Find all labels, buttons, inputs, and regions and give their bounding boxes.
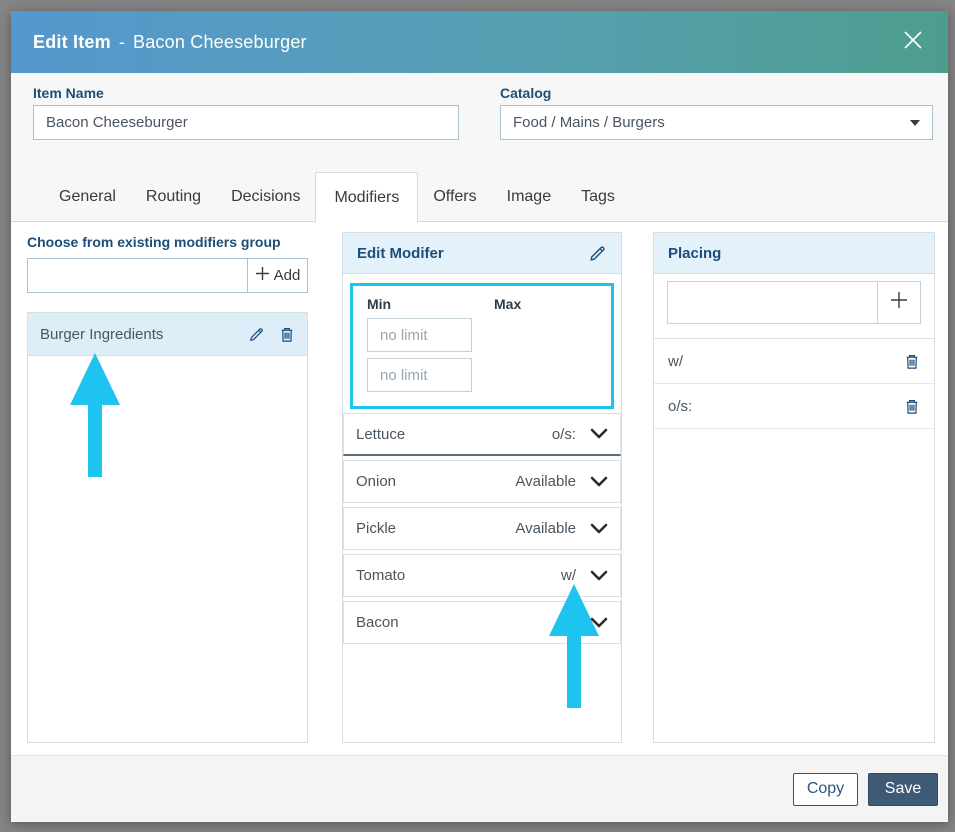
tab-decisions[interactable]: Decisions	[216, 172, 315, 221]
tab-offers[interactable]: Offers	[418, 172, 491, 221]
placing-option-label: o/s:	[668, 398, 692, 415]
modifier-name: Lettuce	[356, 426, 405, 443]
modifier-group-add-row: Add	[27, 258, 308, 293]
add-modifier-group-button[interactable]: Add	[248, 258, 308, 293]
placing-option-label: w/	[668, 353, 683, 370]
placing-add-row	[654, 274, 934, 339]
add-button-label: Add	[274, 267, 301, 284]
modifier-name: Bacon	[356, 614, 399, 631]
edit-modifier-panel: Edit Modifer Min Max Lettuce o/s: Onion	[342, 232, 622, 743]
chevron-down-icon[interactable]	[590, 428, 608, 440]
modifier-name: Tomato	[356, 567, 405, 584]
close-icon	[901, 28, 925, 57]
copy-button[interactable]: Copy	[793, 773, 858, 806]
tab-modifiers[interactable]: Modifiers	[315, 172, 418, 222]
modifier-row-tomato[interactable]: Tomato w/	[343, 554, 621, 597]
tab-offers-label: Offers	[433, 188, 476, 206]
chevron-down-icon[interactable]	[590, 617, 608, 629]
tab-routing[interactable]: Routing	[131, 172, 216, 221]
modifier-name: Onion	[356, 473, 396, 490]
tab-general[interactable]: General	[44, 172, 131, 221]
modifier-group-name: Burger Ingredients	[40, 326, 163, 343]
catalog-selected-value: Food / Mains / Burgers	[513, 114, 665, 131]
edit-modifier-header: Edit Modifer	[343, 233, 621, 274]
modifier-status: o/s:	[552, 426, 576, 443]
placing-input[interactable]	[667, 281, 878, 324]
chevron-down-icon[interactable]	[590, 570, 608, 582]
modifier-row-lettuce[interactable]: Lettuce o/s:	[343, 413, 621, 456]
placing-header: Placing	[654, 233, 934, 274]
plus-icon	[889, 290, 909, 315]
placing-row-os[interactable]: o/s:	[654, 384, 934, 429]
dialog-title-item-name: Bacon Cheeseburger	[133, 32, 307, 52]
edit-item-dialog: Edit Item-Bacon Cheeseburger Item Name C…	[11, 11, 948, 822]
catalog-label: Catalog	[500, 85, 551, 101]
placing-title: Placing	[668, 245, 721, 262]
modifier-group-row[interactable]: Burger Ingredients	[28, 313, 307, 356]
min-input[interactable]	[367, 318, 472, 352]
chevron-down-icon[interactable]	[590, 523, 608, 535]
close-button[interactable]	[900, 29, 926, 55]
edit-pencil-icon[interactable]	[588, 244, 607, 263]
tab-modifiers-label: Modifiers	[334, 189, 399, 207]
tab-tags-label: Tags	[581, 188, 615, 206]
modifiers-tab-content: Choose from existing modifiers group Add…	[11, 222, 948, 755]
tab-routing-label: Routing	[146, 188, 201, 206]
tab-image-label: Image	[507, 188, 551, 206]
min-max-limit-box: Min Max	[350, 283, 614, 409]
modifier-groups-list: Burger Ingredients	[27, 312, 308, 743]
chevron-down-icon	[910, 120, 920, 126]
modifier-groups-label: Choose from existing modifiers group	[27, 234, 281, 250]
upper-section: Item Name Catalog Food / Mains / Burgers…	[11, 73, 948, 222]
plus-icon	[255, 266, 270, 285]
modifier-row-bacon[interactable]: Bacon w/	[343, 601, 621, 644]
add-placing-button[interactable]	[877, 281, 921, 324]
modifier-status: w/	[561, 614, 576, 631]
modifier-status: w/	[561, 567, 576, 584]
modifier-status: Available	[515, 520, 576, 537]
trash-icon[interactable]	[904, 353, 920, 370]
trash-icon[interactable]	[904, 398, 920, 415]
placing-panel: Placing w/ o/s:	[653, 232, 935, 743]
modifier-group-input[interactable]	[27, 258, 248, 293]
dialog-title-prefix: Edit Item	[33, 32, 111, 52]
modifier-name: Pickle	[356, 520, 396, 537]
modifier-status: Available	[515, 473, 576, 490]
item-name-label: Item Name	[33, 85, 104, 101]
placing-row-w[interactable]: w/	[654, 339, 934, 384]
modifier-row-pickle[interactable]: Pickle Available	[343, 507, 621, 550]
tab-bar: General Routing Decisions Modifiers Offe…	[11, 172, 948, 222]
item-name-input[interactable]	[33, 105, 459, 140]
dialog-title: Edit Item-Bacon Cheeseburger	[33, 32, 307, 53]
tab-image[interactable]: Image	[492, 172, 566, 221]
max-label: Max	[494, 296, 521, 312]
modifier-row-onion[interactable]: Onion Available	[343, 460, 621, 503]
dialog-title-separator: -	[119, 32, 125, 52]
edit-pencil-icon[interactable]	[248, 326, 265, 343]
max-input[interactable]	[367, 358, 472, 392]
dialog-footer: Copy Save	[11, 755, 948, 822]
dialog-header: Edit Item-Bacon Cheeseburger	[11, 11, 948, 73]
edit-modifier-title: Edit Modifer	[357, 245, 444, 262]
tab-tags[interactable]: Tags	[566, 172, 630, 221]
tab-decisions-label: Decisions	[231, 188, 300, 206]
tab-general-label: General	[59, 188, 116, 206]
save-button[interactable]: Save	[868, 773, 938, 806]
trash-icon[interactable]	[279, 326, 295, 343]
min-label: Min	[367, 296, 494, 312]
chevron-down-icon[interactable]	[590, 476, 608, 488]
catalog-select[interactable]: Food / Mains / Burgers	[500, 105, 933, 140]
